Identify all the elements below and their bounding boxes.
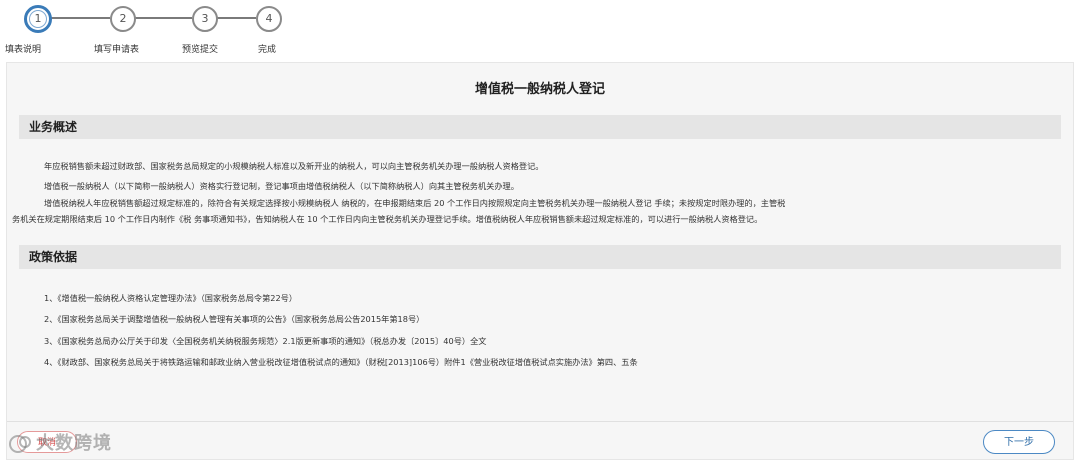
step-connector [214,17,256,19]
policy-item: 3、《国家税务总局办公厅关于印发〈全国税务机关纳税服务规范〉2.1版更新事项的通… [44,336,487,346]
next-button[interactable]: 下一步 [983,430,1055,454]
overview-line: 增值税纳税人年应税销售额超过规定标准的，除符合有关规定选择按小规模纳税人 纳税的… [44,198,786,208]
policy-item: 2、《国家税务总局关于调整增值税一般纳税人管理有关事项的公告》（国家税务总局公告… [44,314,425,324]
watermark-logo: 大数跨境 [6,430,146,458]
watermark-text: 大数跨境 [36,433,112,454]
section-heading-policy: 政策依据 [19,245,1061,269]
step-4-label: 完成 [258,45,277,55]
step-4-circle[interactable]: 4 [256,6,282,32]
step-1-label: 填表说明 [5,45,42,55]
policy-item: 4、《财政部、国家税务总局关于将铁路运输和邮政业纳入营业税改征增值税试点的通知》… [44,357,638,367]
step-3-circle[interactable]: 3 [192,6,218,32]
step-1-circle[interactable]: 1 [24,5,52,33]
step-2-label: 填写申请表 [94,45,140,55]
overview-line: 年应税销售额未超过财政部、国家税务总局规定的小规模纳税人标准以及新开业的纳税人，… [44,161,544,171]
step-2-circle[interactable]: 2 [110,6,136,32]
watermark-icon [9,435,31,453]
overview-line: 务机关在规定期限结束后 10 个工作日内制作《税 务事项通知书》，告知纳税人在 … [12,214,763,224]
footer-divider [7,421,1073,422]
step-connector [132,17,192,19]
step-connector [48,17,110,19]
stepper: 1 2 3 4 填表说明 填写申请表 预览提交 完成 [0,0,300,62]
page-title: 增值税一般纳税人登记 [474,82,605,97]
section-heading-overview: 业务概述 [19,115,1061,139]
content-panel: 增值税一般纳税人登记 业务概述 年应税销售额未超过财政部、国家税务总局规定的小规… [6,62,1074,460]
policy-item: 1、《增值税一般纳税人资格认定管理办法》（国家税务总局令第22号） [44,293,298,303]
step-3-label: 预览提交 [182,45,219,55]
overview-line: 增值税一般纳税人（以下简称一般纳税人）资格实行登记制，登记事项由增值税纳税人（以… [44,181,519,191]
